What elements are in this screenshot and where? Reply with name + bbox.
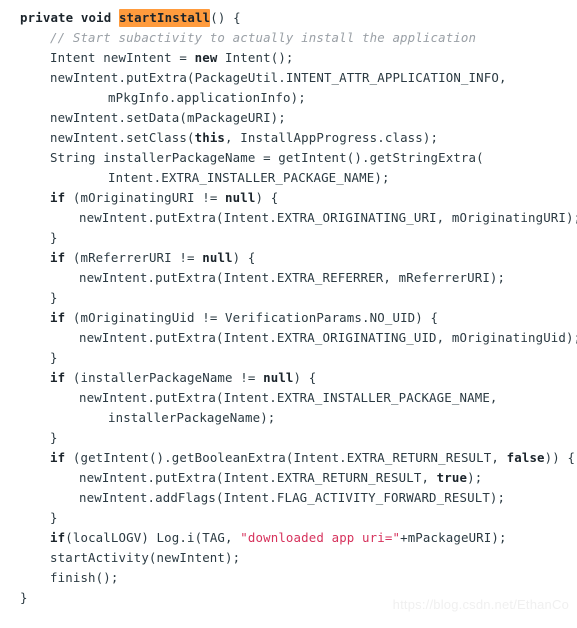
code-token: newIntent.setClass( xyxy=(50,130,195,145)
code-token: , InstallAppProgress.class); xyxy=(225,130,439,145)
code-line: newIntent.addFlags(Intent.FLAG_ACTIVITY_… xyxy=(0,488,577,508)
code-line: } xyxy=(0,288,577,308)
keyword-token: null xyxy=(202,250,233,265)
code-line: private void startInstall() { xyxy=(0,8,577,28)
code-token: String installerPackageName = getIntent(… xyxy=(50,150,484,165)
code-token: ) { xyxy=(232,250,256,265)
keyword-token: null xyxy=(263,370,294,385)
code-token: (mOriginatingUid != VerificationParams.N… xyxy=(65,310,439,325)
code-line: newIntent.setData(mPackageURI); xyxy=(0,108,577,128)
code-line: if (mOriginatingURI != null) { xyxy=(0,188,577,208)
keyword-token: if xyxy=(50,530,66,545)
code-line: String installerPackageName = getIntent(… xyxy=(0,148,577,168)
code-token: ) { xyxy=(293,370,317,385)
keyword-token: if xyxy=(50,310,66,325)
code-line: mPkgInfo.applicationInfo); xyxy=(0,88,577,108)
code-token: Intent.EXTRA_INSTALLER_PACKAGE_NAME); xyxy=(108,170,390,185)
code-line: newIntent.putExtra(Intent.EXTRA_ORIGINAT… xyxy=(0,328,577,348)
code-token: } xyxy=(50,510,58,525)
code-line: finish(); xyxy=(0,568,577,588)
code-line: newIntent.putExtra(Intent.EXTRA_RETURN_R… xyxy=(0,468,577,488)
code-token: finish(); xyxy=(50,570,119,585)
keyword-token: this xyxy=(194,130,226,145)
code-line: Intent newIntent = new Intent(); xyxy=(0,48,577,68)
code-line: if (mOriginatingUid != VerificationParam… xyxy=(0,308,577,328)
code-token: newIntent.putExtra(PackageUtil.INTENT_AT… xyxy=(50,70,507,85)
code-token: ); xyxy=(467,470,483,485)
keyword-token: null xyxy=(225,190,256,205)
code-token: newIntent.putExtra(Intent.EXTRA_INSTALLE… xyxy=(79,390,498,405)
code-line: } xyxy=(0,348,577,368)
code-token: Intent newIntent = xyxy=(50,50,195,65)
code-token: ) { xyxy=(255,190,279,205)
code-token: } xyxy=(50,230,58,245)
keyword-token: if xyxy=(50,250,66,265)
code-token: (getIntent().getBooleanExtra(Intent.EXTR… xyxy=(65,450,507,465)
highlighted-method-name: startInstall xyxy=(118,9,211,27)
code-token: Intent(); xyxy=(217,50,294,65)
keyword-token: true xyxy=(436,470,468,485)
string-token: "downloaded app uri=" xyxy=(240,530,401,545)
code-line: newIntent.putExtra(PackageUtil.INTENT_AT… xyxy=(0,68,577,88)
code-snippet-viewer: private void startInstall() { // Start su… xyxy=(0,8,577,628)
code-token: installerPackageName); xyxy=(108,410,276,425)
code-token: } xyxy=(50,290,58,305)
code-token: () { xyxy=(210,10,241,25)
code-token: newIntent.putExtra(Intent.EXTRA_RETURN_R… xyxy=(79,470,437,485)
keyword-token: private void xyxy=(20,10,119,25)
code-token: (localLOGV) Log.i(TAG, xyxy=(65,530,241,545)
code-token: newIntent.putExtra(Intent.EXTRA_ORIGINAT… xyxy=(79,210,577,225)
code-line: newIntent.putExtra(Intent.EXTRA_INSTALLE… xyxy=(0,388,577,408)
code-line: if(localLOGV) Log.i(TAG, "downloaded app… xyxy=(0,528,577,548)
comment-token: // Start subactivity to actually install… xyxy=(50,30,477,45)
code-line: } xyxy=(0,508,577,528)
code-token: } xyxy=(50,430,58,445)
watermark-text: https://blog.csdn.net/EthanCo xyxy=(392,597,569,612)
code-token: mPkgInfo.applicationInfo); xyxy=(108,90,306,105)
code-line: startActivity(newIntent); xyxy=(0,548,577,568)
code-token: newIntent.putExtra(Intent.EXTRA_REFERRER… xyxy=(79,270,506,285)
keyword-token: false xyxy=(506,450,545,465)
code-line: newIntent.setClass(this, InstallAppProgr… xyxy=(0,128,577,148)
code-token: )) { xyxy=(544,450,576,465)
code-token: } xyxy=(50,350,58,365)
code-token: newIntent.addFlags(Intent.FLAG_ACTIVITY_… xyxy=(79,490,506,505)
code-line: if (installerPackageName != null) { xyxy=(0,368,577,388)
code-line: // Start subactivity to actually install… xyxy=(0,28,577,48)
code-token: newIntent.setData(mPackageURI); xyxy=(50,110,286,125)
code-token: (mOriginatingURI != xyxy=(65,190,226,205)
code-line: installerPackageName); xyxy=(0,408,577,428)
code-line: } xyxy=(0,428,577,448)
code-token: (mReferrerURI != xyxy=(65,250,203,265)
code-line: if (mReferrerURI != null) { xyxy=(0,248,577,268)
code-token: newIntent.putExtra(Intent.EXTRA_ORIGINAT… xyxy=(79,330,577,345)
code-line: if (getIntent().getBooleanExtra(Intent.E… xyxy=(0,448,577,468)
keyword-token: if xyxy=(50,190,66,205)
keyword-token: if xyxy=(50,370,66,385)
code-token: +mPackageURI); xyxy=(400,530,507,545)
keyword-token: if xyxy=(50,450,66,465)
code-line: newIntent.putExtra(Intent.EXTRA_REFERRER… xyxy=(0,268,577,288)
keyword-token: new xyxy=(194,50,218,65)
code-token: } xyxy=(20,590,28,605)
code-line: Intent.EXTRA_INSTALLER_PACKAGE_NAME); xyxy=(0,168,577,188)
code-line: newIntent.putExtra(Intent.EXTRA_ORIGINAT… xyxy=(0,208,577,228)
code-lines-container: private void startInstall() { // Start su… xyxy=(0,8,577,608)
code-token: (installerPackageName != xyxy=(65,370,264,385)
code-token: startActivity(newIntent); xyxy=(50,550,241,565)
code-line: } xyxy=(0,228,577,248)
